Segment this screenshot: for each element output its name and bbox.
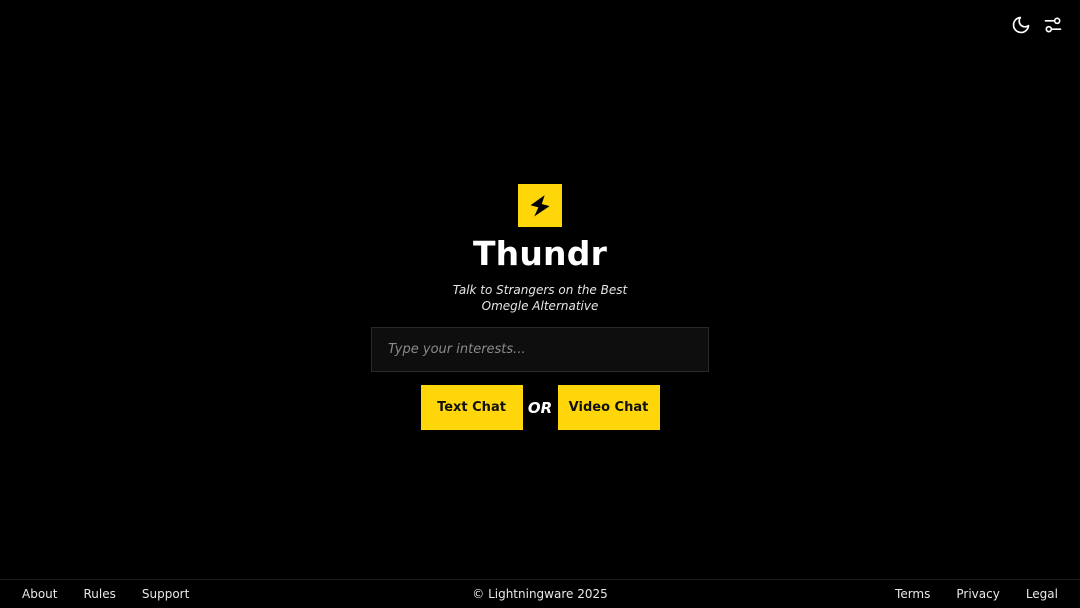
- text-chat-button[interactable]: Text Chat: [420, 385, 523, 430]
- footer-right-links: Terms Privacy Legal: [895, 587, 1058, 601]
- chat-actions: Text Chat OR Video Chat: [420, 385, 660, 430]
- lightning-icon: [518, 184, 562, 227]
- footer: About Rules Support © Lightningware 2025…: [0, 579, 1080, 608]
- sliders-icon[interactable]: [1042, 14, 1064, 36]
- footer-left-links: About Rules Support: [22, 587, 189, 601]
- footer-link-about[interactable]: About: [22, 587, 57, 601]
- or-separator: OR: [527, 398, 553, 417]
- interests-input[interactable]: [371, 327, 709, 372]
- moon-icon[interactable]: [1010, 14, 1032, 36]
- footer-link-rules[interactable]: Rules: [83, 587, 115, 601]
- top-toolbar: [1010, 14, 1064, 36]
- video-chat-button[interactable]: Video Chat: [557, 385, 660, 430]
- footer-link-privacy[interactable]: Privacy: [956, 587, 999, 601]
- footer-link-legal[interactable]: Legal: [1026, 587, 1058, 601]
- landing-hero: Thundr Talk to Strangers on the Best Ome…: [0, 184, 1080, 430]
- brand-tagline: Talk to Strangers on the Best Omegle Alt…: [452, 283, 628, 313]
- footer-link-terms[interactable]: Terms: [895, 587, 930, 601]
- footer-link-support[interactable]: Support: [142, 587, 189, 601]
- brand-title: Thundr: [472, 234, 608, 273]
